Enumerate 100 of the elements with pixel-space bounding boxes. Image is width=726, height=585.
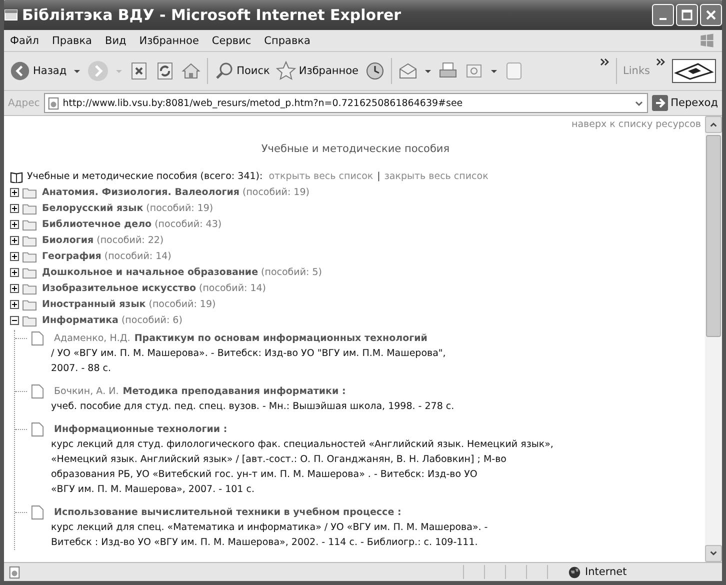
entry-description: / УО «ВГУ им. П. М. Машерова». - Витебск: Изд-во УО "ВГУ им. П.М. Машерова",: [50, 347, 447, 361]
folder-icon: [22, 250, 37, 262]
back-to-list-link[interactable]: наверх к списку ресурсов: [571, 119, 701, 130]
folder-icon: [22, 234, 37, 246]
expand-icon[interactable]: [10, 204, 19, 212]
entry-title[interactable]: Методика преподавания информатики :: [122, 386, 346, 396]
document-icon: [31, 504, 44, 520]
entry-description: «ВГУ им. П. М. Машерова», 2007. - 101 с.: [50, 483, 256, 497]
category-name[interactable]: Дошкольное и начальное образование: [42, 266, 258, 278]
page-icon: [46, 96, 60, 110]
entry-title[interactable]: Информационные технологии :: [54, 424, 228, 434]
caret-icon[interactable]: [424, 67, 432, 75]
page-icon: [8, 566, 21, 578]
history-icon[interactable]: [364, 61, 385, 81]
collapse-all-link[interactable]: закрыть весь список: [384, 171, 488, 182]
security-zone: Internet: [585, 566, 627, 578]
caret-icon[interactable]: [490, 67, 498, 75]
chevron-icon[interactable]: [656, 58, 666, 66]
category-name[interactable]: Белорусский язык: [42, 202, 144, 214]
category-count: (пособий: 14): [199, 282, 266, 294]
logo-icon: [672, 59, 716, 83]
home-icon[interactable]: [180, 61, 201, 81]
expand-icon[interactable]: [10, 236, 19, 244]
folder-icon: [22, 298, 37, 310]
document-icon: [31, 330, 44, 346]
expand-icon[interactable]: [10, 268, 19, 276]
refresh-icon[interactable]: [154, 61, 175, 81]
globe-icon: [568, 566, 581, 578]
folder-icon: [22, 186, 37, 198]
search-button[interactable]: Поиск: [214, 61, 270, 81]
entry-description: Витебск : Изд-во УО «ВГУ им. П. М. Машерова», 2002. - 114 с. - Библиогр.: с. 109-111.: [50, 536, 479, 550]
entry-description: учеб. пособие для студ. пед. спец. вузов. - Мн.: Вышэйшая школа, 1998. - 278 с.: [50, 400, 456, 414]
chevron-icon[interactable]: [600, 58, 610, 66]
menu-item[interactable]: Справка: [264, 34, 310, 46]
page-heading: Учебные и методические пособия: [260, 143, 451, 155]
folder-icon: [22, 314, 37, 326]
close-button[interactable]: [700, 4, 722, 26]
menu-item[interactable]: Вид: [104, 34, 126, 46]
category-name[interactable]: Информатика: [42, 314, 118, 326]
category-name[interactable]: Библиотечное дело: [42, 218, 152, 230]
favorites-button[interactable]: Избранное: [276, 61, 359, 81]
entry-author: Бочкин, А. И.: [54, 386, 119, 396]
entry-description: курс лекций для спец. «Математика и информатика» / УО «ВГУ им. П. М. Машерова». -: [50, 521, 489, 535]
catalog-title: Учебные и методические пособия (всего: 341):: [27, 171, 263, 182]
expand-icon[interactable]: [10, 188, 19, 196]
collapse-icon[interactable]: [10, 316, 19, 324]
search-icon: [214, 61, 234, 81]
entry-author: Адаменко, Н.Д.: [54, 332, 130, 344]
category-count: (пособий: 14): [104, 250, 172, 262]
scrollbar-thumb[interactable]: [706, 135, 721, 337]
menu-item[interactable]: Сервис: [212, 34, 252, 46]
category-name[interactable]: Анатомия. Физиология. Валеология: [42, 186, 240, 198]
category-count: (пособий: 5): [261, 266, 322, 278]
document-icon: [31, 384, 44, 398]
folder-icon: [22, 202, 37, 214]
entry-title[interactable]: Практикум по основам информационных технологий: [134, 332, 428, 344]
browser-icon: [4, 8, 18, 22]
book-icon: [10, 170, 23, 182]
expand-icon[interactable]: [10, 300, 19, 308]
go-button[interactable]: Переход: [652, 95, 718, 111]
expand-icon[interactable]: [10, 252, 19, 260]
windows-logo-icon: [698, 32, 716, 50]
address-field[interactable]: http://www.lib.vsu.by:8081/web_resurs/metod_p.htm?n=0.7216250861864639#see: [44, 93, 648, 113]
menu-item[interactable]: Избранное: [139, 34, 199, 46]
category-count: (пособий: 19): [146, 202, 214, 214]
mail-icon[interactable]: [398, 61, 418, 81]
scroll-down-button[interactable]: [705, 545, 722, 562]
category-count: (пособий: 6): [121, 314, 182, 326]
entry-description: 2007. - 88 с.: [50, 362, 112, 376]
close-icon: [705, 9, 717, 21]
maximize-button[interactable]: [676, 4, 698, 26]
stop-icon[interactable]: [128, 61, 149, 81]
category-name[interactable]: Биология: [42, 234, 94, 246]
document-icon: [31, 422, 44, 436]
category-name[interactable]: География: [42, 250, 102, 262]
category-name[interactable]: Иностранный язык: [42, 298, 146, 310]
separator: |: [377, 171, 380, 182]
category-count: (пособий: 19): [148, 298, 216, 310]
expand-all-link[interactable]: открыть весь список: [268, 171, 374, 182]
entry-description: образования РБ, УО «Витебский гос. ун-т им. П. М. Машерова» . - Витебск: Изд-во УО: [50, 468, 478, 482]
back-button[interactable]: Назад: [10, 61, 67, 81]
address-label: Адрес: [8, 98, 40, 108]
expand-icon[interactable]: [10, 284, 19, 292]
url-text: http://www.lib.vsu.by:8081/web_resurs/metod_p.htm?n=0.7216250861864639#see: [62, 98, 464, 108]
category-count: (пособий: 19): [242, 186, 310, 198]
scroll-up-button[interactable]: [705, 116, 722, 133]
entry-title[interactable]: Использование вычислительной техники в учебном процессе :: [54, 506, 402, 518]
caret-icon[interactable]: [72, 67, 81, 75]
folder-icon: [22, 266, 37, 278]
folder-icon: [22, 282, 37, 294]
menu-item[interactable]: Файл: [10, 34, 40, 46]
folder-icon: [22, 218, 37, 230]
category-name[interactable]: Изобразительное искусство: [42, 282, 196, 294]
expand-icon[interactable]: [10, 220, 19, 228]
entry-description: «Немецкий язык. Английский язык» / [авт.-сост.: О. П. Оганджанян, В. Н. Лабовкин] ; М-во: [50, 453, 508, 467]
minimize-icon: [659, 18, 667, 20]
minimize-button[interactable]: [652, 4, 674, 26]
window-title: Бібліятэка ВДУ - Microsoft Internet Explorer: [22, 6, 402, 24]
menu-item[interactable]: Правка: [52, 34, 92, 46]
arrow-icon: [652, 95, 668, 111]
